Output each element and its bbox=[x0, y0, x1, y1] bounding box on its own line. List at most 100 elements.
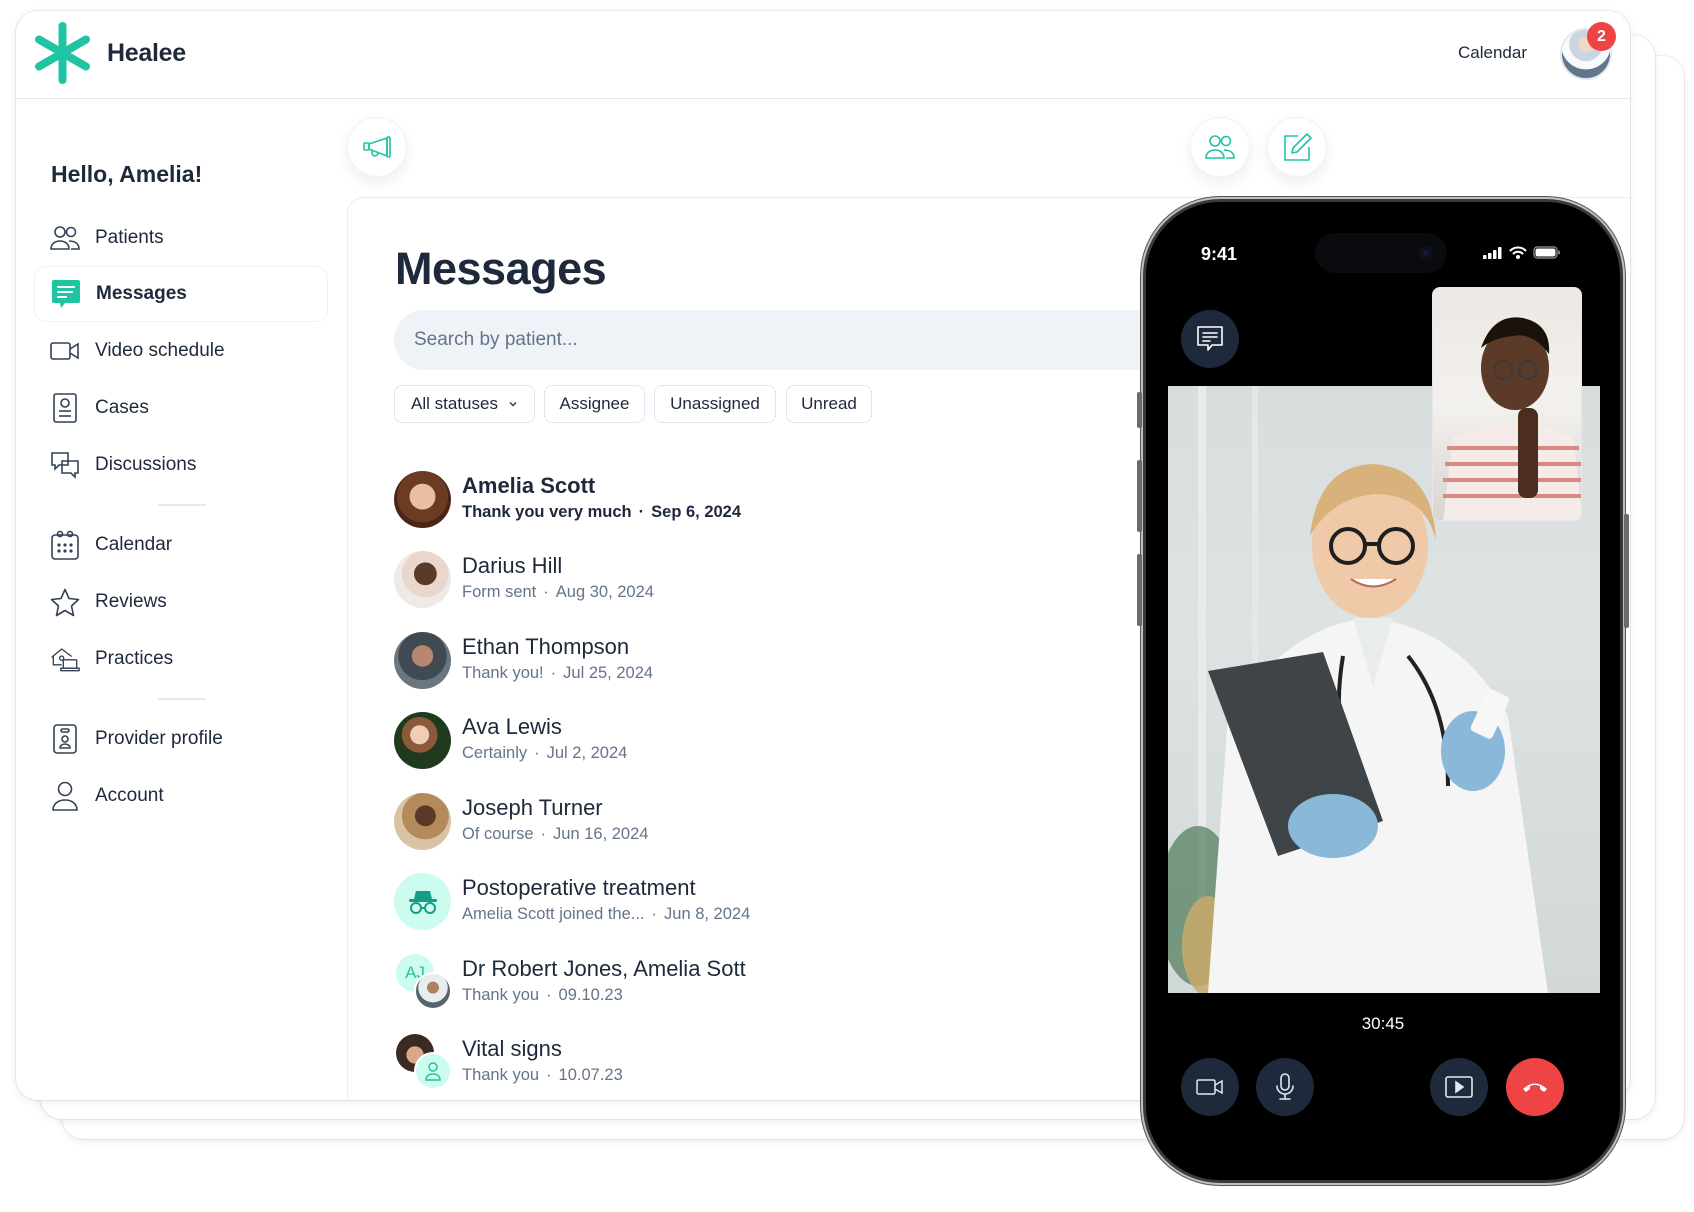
new-group-button[interactable] bbox=[1190, 117, 1250, 177]
phone-volume-up bbox=[1137, 460, 1142, 532]
filter-label: Assignee bbox=[559, 394, 630, 413]
toggle-camera-button[interactable] bbox=[1181, 1058, 1239, 1116]
sidebar-item-video-schedule[interactable]: Video schedule bbox=[34, 323, 328, 379]
conversation-row[interactable]: Darius Hill Form sent · Aug 30, 2024 bbox=[394, 551, 1094, 613]
compose-button[interactable] bbox=[1267, 117, 1327, 177]
self-video-feed bbox=[1432, 287, 1582, 521]
call-chat-button[interactable] bbox=[1181, 310, 1239, 368]
sidebar-item-label: Video schedule bbox=[95, 340, 225, 361]
sidebar-item-patients[interactable]: Patients bbox=[34, 210, 328, 266]
conversation-preview: Thank you! · Jul 25, 2024 bbox=[462, 664, 654, 682]
sidebar-item-messages[interactable]: Messages bbox=[34, 266, 328, 322]
share-screen-button[interactable] bbox=[1430, 1058, 1488, 1116]
conversation-row[interactable]: Ethan Thompson Thank you! · Jul 25, 2024 bbox=[394, 632, 1094, 694]
conversation-row[interactable]: Amelia Scott Thank you very much · Sep 6, … bbox=[394, 471, 1094, 533]
badge-icon bbox=[50, 724, 80, 754]
conversation-name: Darius Hill bbox=[462, 553, 563, 578]
user-icon bbox=[425, 1062, 441, 1081]
sidebar-divider bbox=[158, 698, 206, 700]
filter-all-statuses-dropdown[interactable]: All statuses bbox=[394, 385, 535, 423]
message-icon bbox=[51, 279, 81, 309]
discussions-icon bbox=[50, 450, 80, 480]
conversation-preview: Thank you very much · Sep 6, 2024 bbox=[462, 503, 742, 521]
filter-assignee[interactable]: Assignee bbox=[544, 385, 645, 423]
header-calendar-link[interactable]: Calendar bbox=[1458, 43, 1527, 63]
group-avatar bbox=[394, 1034, 452, 1091]
sidebar-item-label: Cases bbox=[95, 397, 149, 418]
sidebar-item-label: Account bbox=[95, 785, 164, 806]
conversation-row[interactable]: Joseph Turner Of course · Jun 16, 2024 bbox=[394, 793, 1094, 855]
sidebar-item-label: Discussions bbox=[95, 454, 197, 475]
phone-power-button bbox=[1624, 514, 1629, 628]
user-icon bbox=[50, 781, 80, 811]
sidebar-item-reviews[interactable]: Reviews bbox=[34, 574, 328, 630]
dynamic-island bbox=[1315, 233, 1447, 273]
conversation-preview: Amelia Scott joined the... · Jun 8, 2024 bbox=[462, 905, 751, 923]
avatar bbox=[394, 632, 451, 689]
conversation-name: Amelia Scott bbox=[462, 473, 596, 498]
group-avatar: AJ bbox=[394, 954, 452, 1011]
filter-label: Unassigned bbox=[670, 394, 760, 413]
filter-label: Unread bbox=[801, 394, 857, 413]
users-icon bbox=[1205, 135, 1235, 159]
phone-volume-down bbox=[1137, 554, 1142, 626]
sidebar-item-cases[interactable]: Cases bbox=[34, 380, 328, 436]
conversation-name: Postoperative treatment bbox=[462, 875, 696, 900]
avatar bbox=[394, 471, 451, 528]
conversation-name: Dr Robert Jones, Amelia Sott bbox=[462, 956, 746, 981]
conversation-name: Ava Lewis bbox=[462, 714, 562, 739]
filter-unassigned[interactable]: Unassigned bbox=[654, 385, 776, 423]
end-call-icon bbox=[1523, 1083, 1547, 1092]
share-screen-icon bbox=[1445, 1076, 1473, 1098]
sidebar-item-provider-profile[interactable]: Provider profile bbox=[34, 711, 328, 767]
sidebar-item-discussions[interactable]: Discussions bbox=[34, 437, 328, 493]
phone-mockup: 9:41 30:45 bbox=[1137, 202, 1629, 1180]
conversation-row[interactable]: Ava Lewis Certainly · Jul 2, 2024 bbox=[394, 712, 1094, 774]
status-time: 9:41 bbox=[1201, 244, 1238, 264]
conversation-preview: Thank you · 09.10.23 bbox=[462, 986, 623, 1004]
conversation-name: Ethan Thompson bbox=[462, 634, 630, 659]
greeting: Hello, Amelia! bbox=[51, 161, 203, 187]
avatar bbox=[394, 712, 451, 769]
end-call-button[interactable] bbox=[1506, 1058, 1564, 1116]
calendar-icon bbox=[50, 530, 80, 560]
page-title: Messages bbox=[395, 243, 607, 294]
signal-icon bbox=[1483, 246, 1502, 259]
conversation-preview: Of course · Jun 16, 2024 bbox=[462, 825, 649, 843]
sidebar-item-label: Provider profile bbox=[95, 728, 223, 749]
conversation-row[interactable]: AJ Dr Robert Jones, Amelia Sott Thank yo… bbox=[394, 954, 1094, 1016]
sidebar-item-label: Practices bbox=[95, 648, 174, 669]
conversation-row[interactable]: Vital signs Thank you · 10.07.23 bbox=[394, 1034, 1094, 1096]
sidebar-item-calendar[interactable]: Calendar bbox=[34, 517, 328, 573]
edit-icon bbox=[1284, 133, 1312, 161]
conversation-name: Vital signs bbox=[462, 1036, 562, 1061]
star-icon bbox=[50, 587, 80, 617]
incognito-icon bbox=[408, 890, 437, 914]
sidebar-item-practices[interactable]: Practices bbox=[34, 631, 328, 687]
avatar bbox=[394, 793, 451, 850]
sidebar-item-label: Reviews bbox=[95, 591, 167, 612]
call-timer: 30:45 bbox=[1361, 1014, 1405, 1033]
patient-video-image bbox=[1443, 317, 1581, 520]
chevron-down-icon bbox=[509, 401, 517, 407]
camera-icon bbox=[1196, 1079, 1223, 1095]
filter-unread[interactable]: Unread bbox=[786, 385, 872, 423]
filter-label: All statuses bbox=[411, 394, 498, 413]
sidebar-item-label: Calendar bbox=[95, 534, 173, 555]
brand-name[interactable]: Healee bbox=[107, 39, 186, 68]
sidebar-divider bbox=[158, 504, 206, 506]
case-icon bbox=[50, 393, 80, 423]
toggle-microphone-button[interactable] bbox=[1256, 1058, 1314, 1116]
conversation-preview: Thank you · 10.07.23 bbox=[462, 1066, 623, 1084]
conversation-preview: Form sent · Aug 30, 2024 bbox=[462, 583, 654, 601]
megaphone-icon bbox=[363, 136, 391, 158]
practices-icon bbox=[50, 644, 80, 674]
conversation-row[interactable]: Postoperative treatment Amelia Scott joi… bbox=[394, 873, 1094, 935]
sidebar-item-account[interactable]: Account bbox=[34, 768, 328, 824]
announcements-button[interactable] bbox=[347, 117, 407, 177]
front-camera-icon bbox=[1419, 246, 1433, 260]
healee-logo-icon[interactable] bbox=[34, 21, 91, 85]
video-icon bbox=[50, 336, 80, 366]
users-icon bbox=[50, 223, 80, 253]
status-icons bbox=[1483, 246, 1561, 259]
